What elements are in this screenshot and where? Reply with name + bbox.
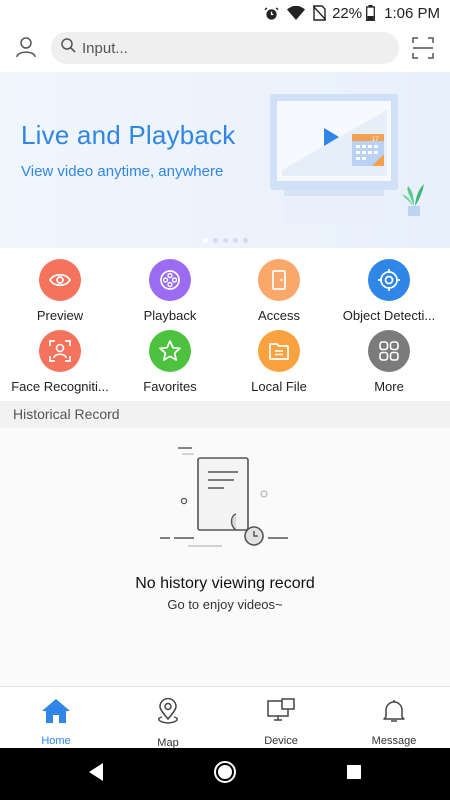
section-title: Historical Record	[0, 401, 450, 428]
home-system-button[interactable]	[213, 760, 237, 789]
bottom-nav: Home Map Device Message	[0, 686, 450, 749]
nav-home[interactable]: Home	[0, 687, 112, 749]
empty-state-subtitle: Go to enjoy videos~	[167, 597, 283, 612]
carousel-dot[interactable]	[222, 238, 228, 243]
function-grid: Preview Playback Access Object Detecti..…	[0, 255, 450, 395]
star-icon	[149, 330, 191, 372]
function-label: Local File	[251, 379, 307, 394]
wifi-icon	[287, 6, 306, 20]
promo-banner[interactable]: Live and Playback View video anytime, an…	[0, 72, 450, 248]
map-pin-icon	[155, 697, 181, 731]
function-object-detection[interactable]: Object Detecti...	[333, 259, 445, 327]
door-icon	[258, 259, 300, 301]
recents-square-icon	[346, 764, 362, 785]
search-box[interactable]	[51, 32, 399, 64]
function-face-recognition[interactable]: Face Recogniti...	[4, 330, 116, 398]
banner-title: Live and Playback	[21, 120, 236, 150]
carousel-dot[interactable]	[212, 238, 218, 243]
back-triangle-icon	[87, 762, 105, 787]
recents-button[interactable]	[342, 762, 366, 786]
function-local-file[interactable]: Local File	[223, 330, 335, 398]
grid-icon	[368, 330, 410, 372]
scan-icon	[412, 37, 434, 63]
person-icon	[15, 36, 37, 63]
nav-label: Home	[41, 735, 71, 747]
history-empty-state: No history viewing record Go to enjoy vi…	[0, 428, 450, 686]
function-label: Favorites	[143, 379, 197, 394]
function-access[interactable]: Access	[223, 259, 335, 327]
home-circle-icon	[213, 760, 237, 789]
function-label: Access	[258, 308, 300, 323]
system-nav-bar	[0, 748, 450, 800]
carousel-dot[interactable]	[232, 238, 238, 243]
nav-label: Device	[264, 735, 298, 747]
search-input[interactable]	[82, 39, 382, 57]
home-icon	[41, 698, 71, 729]
function-favorites[interactable]: Favorites	[114, 330, 226, 398]
folder-icon	[258, 330, 300, 372]
device-icon	[266, 698, 296, 729]
carousel-indicator	[0, 238, 450, 243]
no-sim-icon	[313, 5, 327, 21]
function-label: Playback	[143, 308, 197, 323]
function-label: Face Recogniti...	[11, 379, 109, 394]
clock: 1:06 PM	[384, 4, 440, 22]
status-bar: 22% 1:06 PM	[0, 0, 450, 26]
nav-device[interactable]: Device	[225, 687, 337, 749]
carousel-dot[interactable]	[242, 238, 248, 243]
face-scan-icon	[39, 330, 81, 372]
bell-icon	[381, 698, 407, 729]
nav-label: Message	[371, 735, 417, 747]
eye-icon	[39, 259, 81, 301]
scan-button[interactable]	[412, 37, 436, 61]
carousel-dot[interactable]	[202, 238, 208, 243]
function-label: More	[374, 379, 404, 394]
function-preview[interactable]: Preview	[4, 259, 116, 327]
profile-button[interactable]	[12, 35, 40, 63]
target-icon	[368, 259, 410, 301]
nav-message[interactable]: Message	[338, 687, 450, 749]
back-button[interactable]	[84, 762, 108, 786]
battery-percent: 22%	[332, 4, 363, 22]
empty-document-illustration	[158, 446, 292, 561]
banner-subtitle: View video anytime, anywhere	[21, 163, 224, 180]
film-reel-icon	[149, 259, 191, 301]
svg-text:17: 17	[372, 137, 379, 143]
empty-state-title: No history viewing record	[135, 575, 315, 592]
nav-map[interactable]: Map	[112, 687, 224, 749]
search-icon	[61, 38, 76, 58]
function-label: Preview	[36, 308, 84, 323]
monitor-illustration: 17	[262, 90, 442, 245]
battery-icon	[366, 5, 376, 21]
function-playback[interactable]: Playback	[114, 259, 226, 327]
function-more[interactable]: More	[333, 330, 445, 398]
function-label: Object Detecti...	[342, 308, 436, 323]
alarm-icon	[264, 6, 279, 21]
top-header	[0, 26, 450, 72]
